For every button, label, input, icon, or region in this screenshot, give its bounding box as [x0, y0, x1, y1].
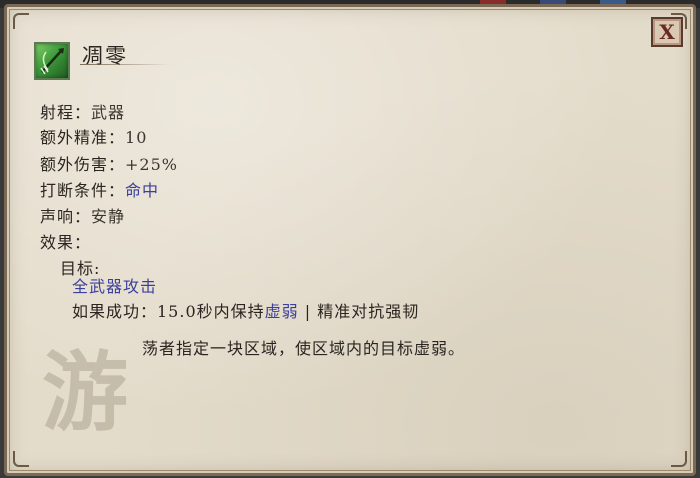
ability-title: 凋零 — [82, 44, 128, 68]
close-button[interactable]: X — [651, 17, 683, 47]
stat-interrupt: 打断条件：命中 — [40, 177, 159, 201]
stat-value: 安静 — [91, 207, 126, 226]
stat-value: 10 — [125, 128, 148, 147]
stat-label: 额外精准： — [40, 128, 126, 147]
on-success-row: 如果成功：15.0秒内保持虚弱 | 精准对抗强韧 — [72, 298, 419, 322]
effects-heading: 效果： — [40, 229, 91, 253]
on-success-label: 如果成功：15.0秒内保持 — [72, 302, 265, 321]
stat-damage: 额外伤害：+25% — [40, 151, 178, 175]
stat-value: +25% — [125, 155, 178, 174]
weakened-link[interactable]: 虚弱 — [265, 302, 299, 321]
stat-label: 声响： — [40, 207, 92, 226]
on-success-rest: | 精准对抗强韧 — [304, 302, 420, 321]
title-divider — [80, 64, 170, 65]
stat-label: 射程： — [40, 103, 92, 122]
bow-arrow-icon — [34, 42, 70, 80]
corner-ornament — [671, 451, 687, 467]
target-link[interactable]: 全武器攻击 — [72, 277, 157, 296]
stat-label: 打断条件： — [40, 181, 126, 200]
target-value-row: 全武器攻击 — [72, 273, 157, 297]
stat-noise: 声响：安静 — [40, 203, 125, 227]
ability-description: 荡者指定一块区域，使区域内的目标虚弱。 — [142, 339, 466, 358]
stat-label: 额外伤害： — [40, 155, 126, 174]
corner-ornament — [13, 13, 29, 29]
class-watermark: 游 — [42, 342, 128, 443]
stat-value: 武器 — [91, 103, 126, 122]
stat-accuracy: 额外精准：10 — [40, 124, 147, 148]
corner-ornament — [13, 451, 29, 467]
stat-range: 射程：武器 — [40, 99, 125, 123]
interrupt-link[interactable]: 命中 — [125, 181, 159, 200]
close-icon[interactable]: X — [653, 19, 681, 45]
effects-label: 效果： — [40, 233, 92, 252]
